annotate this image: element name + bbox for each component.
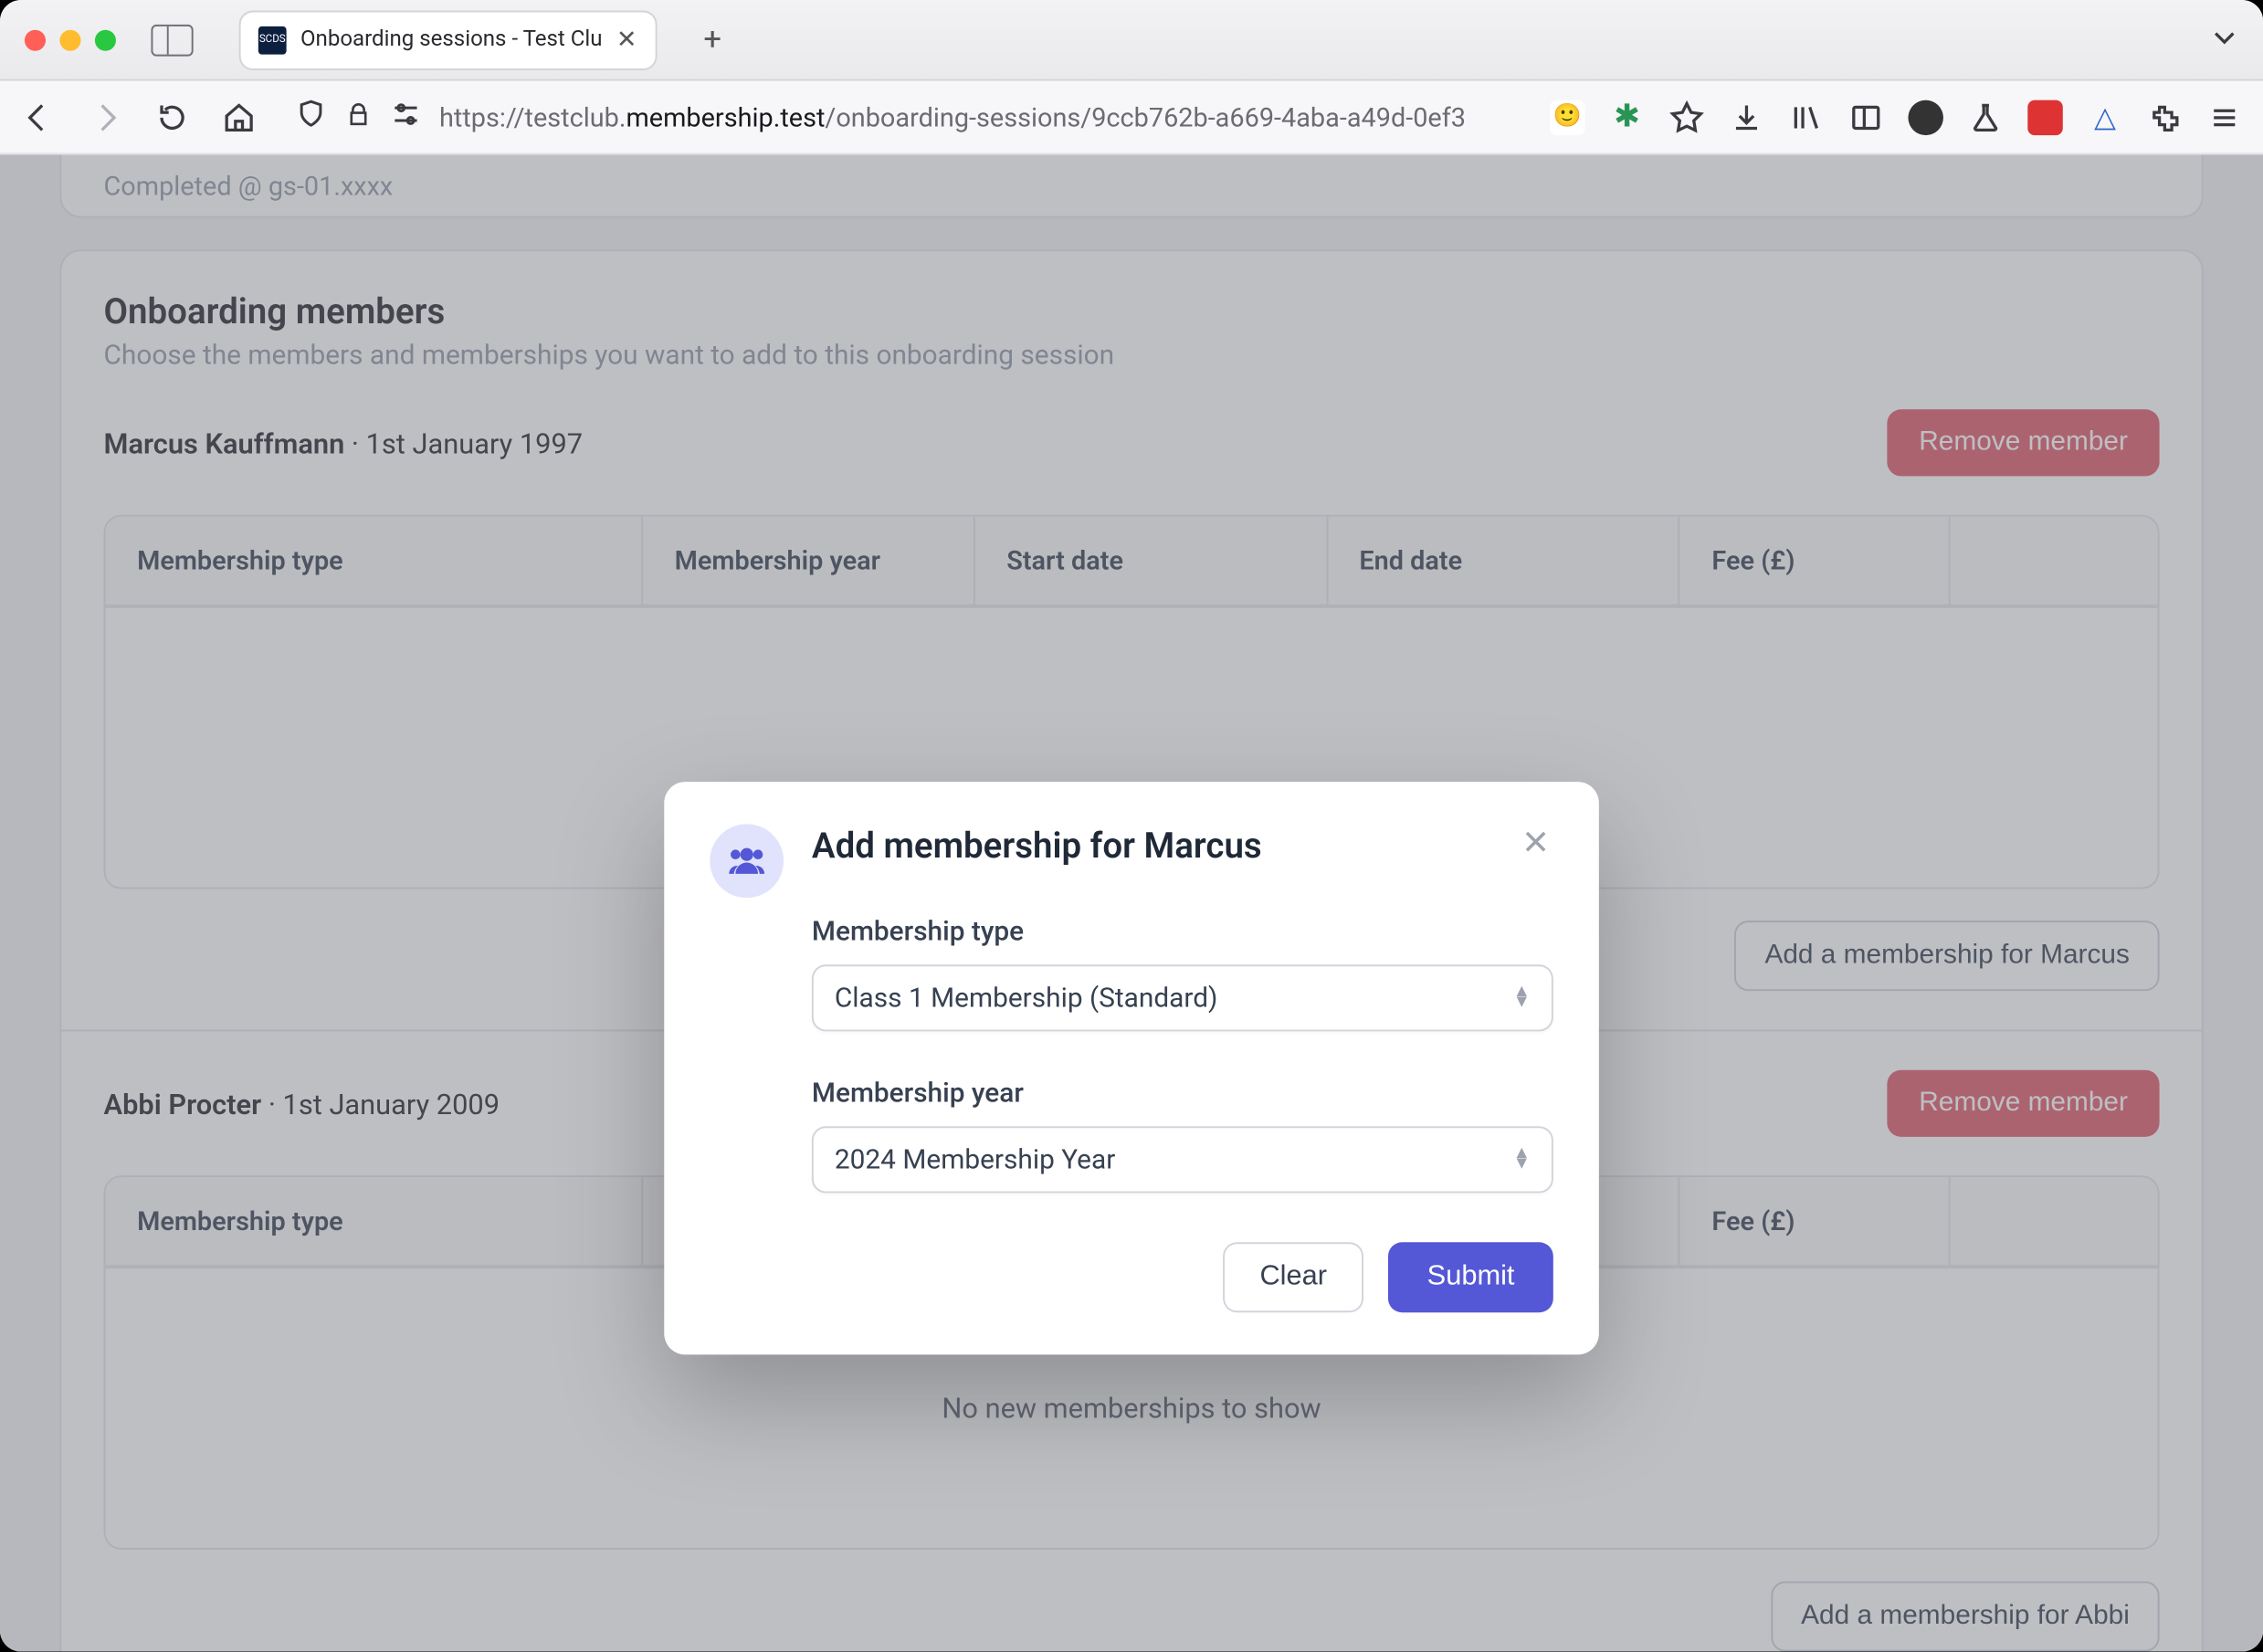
modal-close-button[interactable]	[1511, 817, 1561, 867]
reload-button[interactable]	[154, 100, 189, 134]
sidebar-toggle-icon[interactable]	[151, 24, 193, 56]
window-minimize-button[interactable]	[59, 29, 80, 50]
tabs-overflow-icon[interactable]	[2210, 22, 2238, 57]
add-membership-modal: Add membership for Marcus Membership typ…	[664, 782, 1599, 1354]
window-chrome: SCDS Onboarding sessions - Test Clu ✕ +	[0, 0, 2263, 81]
menu-icon[interactable]	[2207, 100, 2242, 134]
extension-avatar-icon[interactable]: 🙂	[1550, 100, 1584, 134]
sidebar-icon[interactable]	[1848, 100, 1883, 134]
flask-icon[interactable]	[1968, 100, 2003, 134]
tab-close-icon[interactable]: ✕	[616, 26, 637, 54]
window-close-button[interactable]	[25, 29, 46, 50]
shield-icon[interactable]	[295, 98, 327, 136]
extensions-icon[interactable]	[2147, 100, 2182, 134]
modal-title: Add membership for Marcus	[812, 824, 1262, 866]
tab-title: Onboarding sessions - Test Clu	[300, 26, 603, 53]
membership-year-label: Membership year	[812, 1077, 1553, 1109]
submit-button[interactable]: Submit	[1388, 1242, 1553, 1312]
triangle-extension-icon[interactable]: △	[2088, 100, 2122, 134]
lock-icon[interactable]	[344, 100, 373, 134]
traffic-lights	[25, 29, 116, 50]
bookmark-star-icon[interactable]	[1669, 100, 1704, 134]
membership-year-select[interactable]: 2024 Membership Year ▲▼	[812, 1126, 1553, 1193]
account-avatar-icon[interactable]	[1908, 100, 1942, 134]
downloads-icon[interactable]	[1729, 100, 1763, 134]
url-field[interactable]: https://testclub.membership.test/onboard…	[285, 98, 1521, 136]
users-icon	[710, 824, 784, 898]
membership-type-select[interactable]: Class 1 Membership (Standard) ▲▼	[812, 964, 1553, 1031]
favicon-icon: SCDS	[258, 26, 287, 54]
back-button[interactable]	[21, 100, 56, 134]
window-zoom-button[interactable]	[95, 29, 116, 50]
membership-type-value: Class 1 Membership (Standard)	[835, 983, 1218, 1015]
red-extension-icon[interactable]	[2027, 100, 2062, 134]
extension-icons: 🙂 ✱ △	[1550, 100, 2242, 134]
new-tab-button[interactable]: +	[688, 15, 737, 64]
site-settings-icon[interactable]	[390, 98, 422, 136]
select-chevron-icon: ▲▼	[1513, 1149, 1531, 1170]
browser-tab[interactable]: SCDS Onboarding sessions - Test Clu ✕	[239, 10, 657, 69]
membership-year-value: 2024 Membership Year	[835, 1144, 1115, 1176]
home-button[interactable]	[221, 100, 256, 134]
forward-button	[88, 100, 122, 134]
page-content: Completed @ gs-01.xxxx Onboarding member…	[0, 154, 2263, 1651]
library-icon[interactable]	[1789, 100, 1824, 134]
clear-button[interactable]: Clear	[1223, 1242, 1363, 1312]
url-text: https://testclub.membership.test/onboard…	[439, 101, 1511, 133]
extension-bug-icon[interactable]: ✱	[1609, 100, 1644, 134]
url-toolbar: https://testclub.membership.test/onboard…	[0, 81, 2263, 155]
select-chevron-icon: ▲▼	[1513, 987, 1531, 1008]
membership-type-label: Membership type	[812, 915, 1553, 947]
